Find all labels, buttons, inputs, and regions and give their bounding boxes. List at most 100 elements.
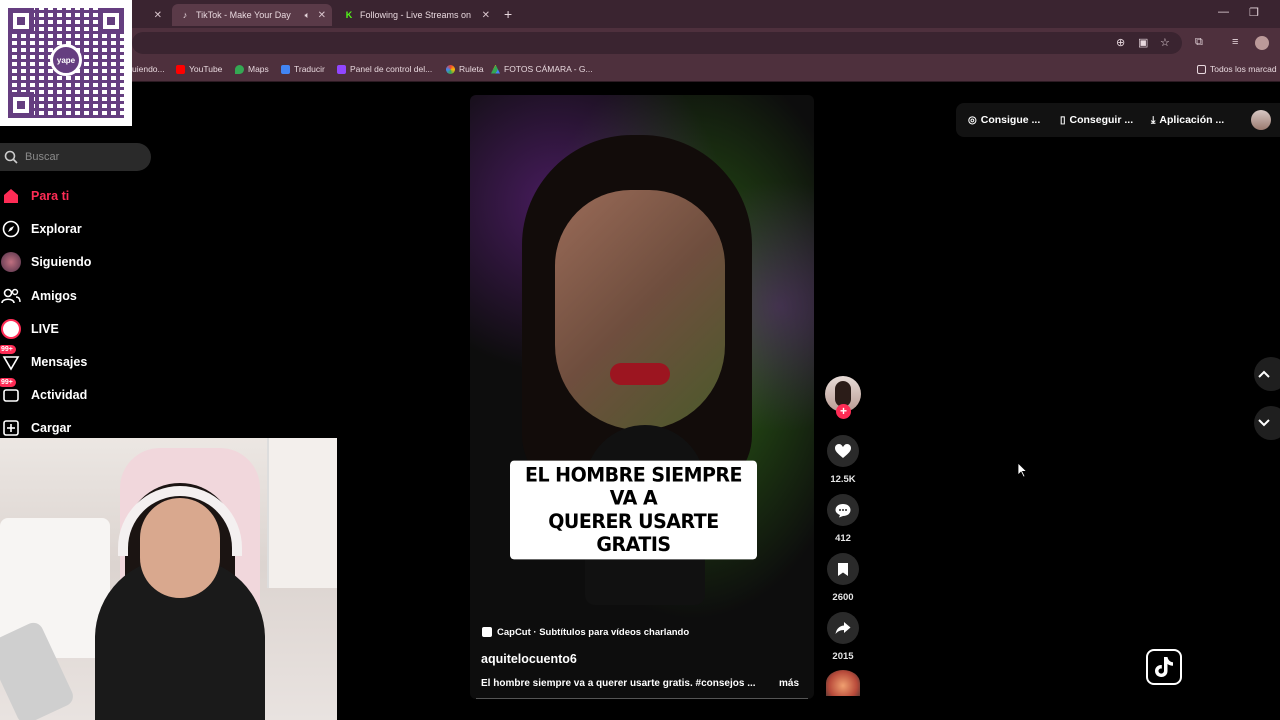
close-icon[interactable]: ✕	[318, 10, 326, 21]
heart-icon	[835, 443, 851, 458]
previous-video-button[interactable]	[1254, 357, 1280, 391]
qr-finder	[98, 8, 124, 34]
bookmark-label: Panel de control del...	[350, 64, 433, 74]
sidebar-item-label: Cargar	[31, 421, 72, 435]
bookmarks-bar: uiendo... YouTube Maps Traducir Panel de…	[0, 58, 1280, 82]
sidebar-item-siguiendo[interactable]: Siguiendo	[0, 249, 200, 275]
tiktok-logo-icon	[1146, 649, 1182, 685]
screen: ✕ ♪ TikTok - Make Your Day 🔈︎ ✕ K Follow…	[0, 0, 1280, 720]
video-caption: EL HOMBRE SIEMPRE VA A QUERER USARTE GRA…	[510, 460, 757, 560]
search-placeholder: Buscar	[25, 151, 60, 163]
sidebar-item-label: LIVE	[31, 322, 59, 336]
search-icon	[4, 150, 18, 164]
search-input[interactable]: Buscar	[0, 143, 151, 171]
bookmark-traducir[interactable]: Traducir	[281, 64, 325, 74]
get-coins-button[interactable]: ◎ Consigue ...	[968, 112, 1040, 128]
sidebar-item-live[interactable]: LIVE	[0, 316, 200, 342]
video-player[interactable]: EL HOMBRE SIEMPRE VA A QUERER USARTE GRA…	[470, 95, 814, 699]
video-progress-bar[interactable]	[476, 698, 808, 699]
chevron-up-icon	[1258, 370, 1270, 378]
activity-icon: 99+	[0, 378, 22, 406]
bookmark-item[interactable]: uiendo...	[132, 64, 165, 74]
messages-badge: 99+	[0, 345, 16, 354]
music-disc[interactable]	[826, 670, 860, 696]
capcut-anchor-link[interactable]: CapCut · Subtítulos para vídeos charland…	[482, 623, 689, 641]
address-bar[interactable]	[132, 32, 1182, 54]
qr-pattern: yape	[8, 8, 124, 118]
live-icon	[0, 318, 22, 340]
friends-icon	[0, 285, 22, 307]
sidebar-item-mensajes[interactable]: 99+ Mensajes	[0, 345, 200, 375]
caption-line: EL HOMBRE SIEMPRE VA A	[524, 463, 743, 510]
like-button[interactable]	[827, 435, 859, 467]
star-icon[interactable]: ☆	[1160, 36, 1170, 49]
upload-icon	[0, 417, 22, 439]
webcam-overlay	[0, 438, 337, 720]
extensions-icon[interactable]: ⧉	[1195, 36, 1203, 49]
user-avatar[interactable]	[1251, 110, 1271, 130]
phone-icon: ▯	[1060, 114, 1066, 126]
yape-qr-code: yape	[0, 0, 132, 126]
bookmark-label: Maps	[248, 64, 269, 74]
home-icon	[0, 185, 22, 207]
sidebar-item-actividad[interactable]: 99+ Actividad	[0, 378, 200, 408]
close-icon[interactable]: ✕	[482, 10, 490, 21]
video-author[interactable]: aquitelocuento6	[481, 652, 577, 666]
wheel-icon	[446, 64, 455, 74]
bookmark-label: Todos los marcad	[1210, 64, 1277, 74]
tab-tiktok[interactable]: ♪ TikTok - Make Your Day 🔈︎ ✕	[172, 4, 332, 26]
tab-kick[interactable]: K Following - Live Streams on Kic ✕	[336, 4, 496, 26]
bookmark-twitch-panel[interactable]: Panel de control del...	[337, 64, 432, 74]
install-app-icon[interactable]: ▣	[1138, 36, 1148, 49]
tab-strip: ✕ ♪ TikTok - Make Your Day 🔈︎ ✕ K Follow…	[0, 0, 1280, 28]
more-button[interactable]: más	[779, 678, 799, 689]
share-button[interactable]	[827, 612, 859, 644]
bookmark-ruleta[interactable]: Ruleta	[446, 64, 484, 74]
download-icon: ⤓	[1151, 114, 1156, 126]
sidebar-item-para-ti[interactable]: Para ti	[0, 183, 200, 209]
chevron-down-icon	[1258, 419, 1270, 427]
video-description: El hombre siempre va a querer usarte gra…	[481, 678, 756, 689]
mouse-cursor-icon	[1017, 462, 1027, 478]
sidebar-item-label: Mensajes	[31, 355, 88, 369]
speaker-icon[interactable]: 🔈︎	[305, 10, 310, 21]
bookmark-maps[interactable]: Maps	[235, 64, 269, 74]
all-bookmarks[interactable]: Todos los marcad	[1197, 64, 1277, 74]
youtube-icon	[176, 64, 185, 74]
restore-button[interactable]: ❐	[1249, 6, 1259, 19]
bookmark-label: uiendo...	[132, 64, 165, 74]
bookmark-youtube[interactable]: YouTube	[176, 64, 222, 74]
close-icon[interactable]: ✕	[154, 10, 162, 21]
save-button[interactable]	[827, 553, 859, 585]
translate-icon	[281, 64, 290, 74]
new-tab-button[interactable]: +	[504, 6, 512, 22]
zoom-icon[interactable]: ⊕	[1116, 36, 1125, 49]
drive-icon	[491, 64, 500, 74]
capcut-label: CapCut · Subtítulos para vídeos charland…	[497, 626, 690, 638]
bookmark-fotos[interactable]: FOTOS CÁMARA - G...	[491, 64, 593, 74]
sidebar-item-label: Amigos	[31, 289, 77, 303]
share-icon	[835, 622, 851, 634]
tab-close-previous[interactable]: ✕	[140, 4, 168, 26]
sidebar-item-amigos[interactable]: Amigos	[0, 283, 200, 309]
profile-icon[interactable]	[1255, 36, 1269, 50]
sidebar-item-explorar[interactable]: Explorar	[0, 216, 200, 242]
button-label: Consigue ...	[980, 114, 1041, 126]
bookmark-label: Ruleta	[459, 64, 484, 74]
desktop-app-button[interactable]: ⤓ Aplicación ...	[1151, 112, 1224, 128]
next-video-button[interactable]	[1254, 406, 1280, 440]
bookmark-icon	[838, 562, 848, 576]
minimize-button[interactable]: —	[1218, 6, 1229, 18]
comment-button[interactable]	[827, 494, 859, 526]
capcut-icon	[482, 627, 492, 637]
following-avatar-icon	[0, 251, 22, 273]
get-app-button[interactable]: ▯ Conseguir ...	[1060, 112, 1133, 128]
media-controls-icon[interactable]: ≡	[1232, 36, 1238, 48]
yape-logo: yape	[50, 44, 82, 76]
share-count: 2015	[832, 651, 854, 662]
twitch-icon	[337, 64, 346, 74]
follow-button[interactable]: +	[836, 404, 851, 419]
save-count: 2600	[832, 592, 854, 603]
comment-icon	[835, 503, 851, 517]
coin-icon: ◎	[968, 114, 977, 126]
